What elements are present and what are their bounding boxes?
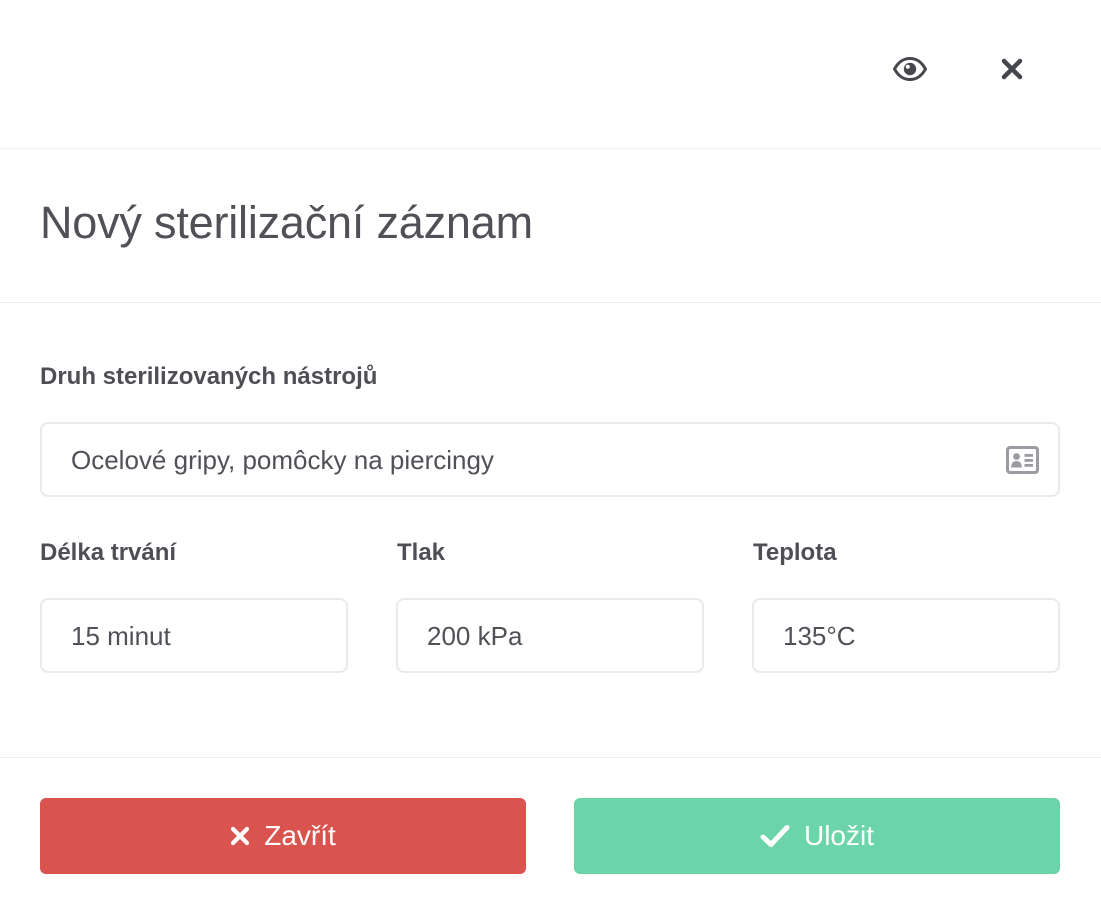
duration-field[interactable]: 15 minut bbox=[40, 598, 348, 673]
modal-title: Nový sterilizační záznam bbox=[40, 197, 533, 248]
check-icon bbox=[760, 824, 790, 848]
pressure-label: Tlak bbox=[397, 539, 446, 566]
save-button[interactable]: Uložit bbox=[574, 798, 1060, 874]
modal-toolbar bbox=[0, 0, 1101, 149]
pressure-value: 200 kPa bbox=[427, 620, 523, 651]
x-icon bbox=[230, 826, 250, 846]
instruments-field[interactable]: Ocelové gripy, pomôcky na piercingy bbox=[40, 422, 1060, 497]
instruments-label: Druh sterilizovaných nástrojů bbox=[40, 363, 378, 390]
sterilization-record-modal: Nový sterilizační záznam Druh sterilizov… bbox=[0, 0, 1101, 905]
id-card-icon bbox=[1006, 446, 1039, 474]
close-modal-button[interactable] bbox=[990, 47, 1034, 91]
duration-label: Délka trvání bbox=[40, 539, 177, 566]
eye-icon bbox=[893, 57, 927, 81]
preview-button[interactable] bbox=[888, 47, 932, 91]
pressure-field[interactable]: 200 kPa bbox=[396, 598, 704, 673]
footer-divider bbox=[0, 757, 1101, 758]
temperature-label: Teplota bbox=[753, 539, 837, 566]
temperature-value: 135°C bbox=[783, 620, 856, 651]
temperature-field[interactable]: 135°C bbox=[752, 598, 1060, 673]
duration-value: 15 minut bbox=[71, 620, 171, 651]
close-icon bbox=[1001, 58, 1023, 80]
close-button[interactable]: Zavřít bbox=[40, 798, 526, 874]
save-button-label: Uložit bbox=[803, 820, 874, 851]
close-button-label: Zavřít bbox=[264, 820, 336, 851]
instruments-value: Ocelové gripy, pomôcky na piercingy bbox=[71, 444, 494, 475]
